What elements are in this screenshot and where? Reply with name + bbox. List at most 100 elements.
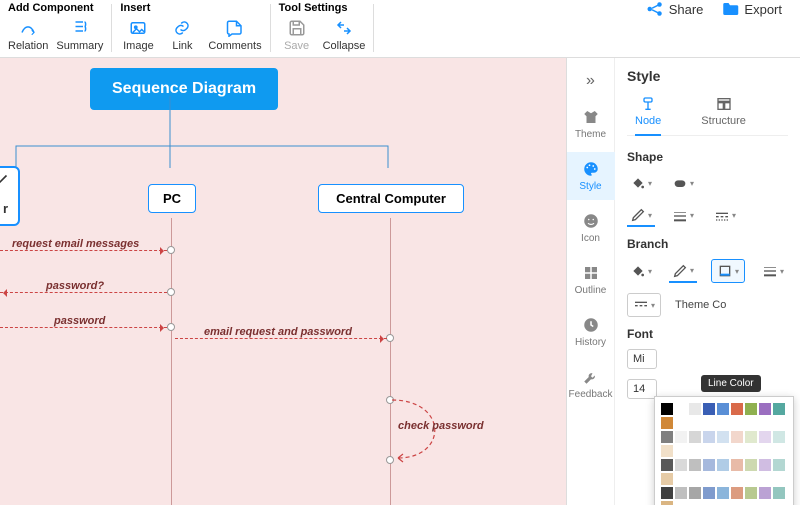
- shape-border-dash[interactable]: ▾: [711, 204, 739, 227]
- color-swatch[interactable]: [689, 459, 701, 471]
- color-swatch[interactable]: [689, 487, 701, 499]
- save-button[interactable]: Save: [279, 18, 315, 52]
- link-icon: [172, 18, 192, 38]
- color-swatch[interactable]: [661, 403, 673, 415]
- palette-icon: [582, 160, 600, 178]
- message-line[interactable]: [0, 292, 167, 293]
- color-swatch[interactable]: [759, 487, 771, 499]
- branch-dash-button[interactable]: ▾: [627, 293, 661, 317]
- color-swatch[interactable]: [661, 445, 673, 457]
- summary-button[interactable]: Summary: [56, 18, 103, 52]
- join[interactable]: [386, 396, 394, 404]
- color-swatch[interactable]: [661, 487, 673, 499]
- join[interactable]: [167, 246, 175, 254]
- color-swatch[interactable]: [773, 403, 785, 415]
- export-button[interactable]: Export: [721, 0, 782, 18]
- lines-icon: [762, 263, 778, 279]
- color-swatch[interactable]: [661, 473, 673, 485]
- export-icon: [721, 0, 739, 18]
- color-swatch[interactable]: [717, 431, 729, 443]
- join[interactable]: [386, 456, 394, 464]
- color-swatch[interactable]: [731, 487, 743, 499]
- color-swatch[interactable]: [717, 487, 729, 499]
- group-title-add: Add Component: [8, 0, 103, 14]
- font-family-select[interactable]: Mi: [627, 349, 657, 369]
- node-icon: [640, 96, 656, 112]
- color-swatch[interactable]: [745, 459, 757, 471]
- message-line[interactable]: [0, 250, 167, 251]
- tab-theme[interactable]: Theme: [567, 100, 615, 148]
- color-swatch[interactable]: [731, 403, 743, 415]
- tab-feedback[interactable]: Feedback: [567, 360, 615, 408]
- summary-icon: [70, 18, 90, 38]
- dash-icon: [633, 297, 649, 313]
- shape-border-color[interactable]: ▾: [627, 204, 655, 227]
- pen-icon: [630, 207, 646, 223]
- color-swatch[interactable]: [675, 403, 687, 415]
- color-swatch[interactable]: [759, 403, 771, 415]
- branch-pen-button[interactable]: ▾: [669, 259, 697, 283]
- color-swatch[interactable]: [773, 459, 785, 471]
- color-swatch[interactable]: [703, 487, 715, 499]
- color-swatch[interactable]: [661, 417, 673, 429]
- sidebar-collapse[interactable]: »: [580, 66, 601, 96]
- shape-border-weight[interactable]: ▾: [669, 204, 697, 227]
- color-swatch[interactable]: [703, 403, 715, 415]
- image-button[interactable]: Image: [120, 18, 156, 52]
- message-line[interactable]: [0, 327, 167, 328]
- square-icon: [717, 263, 733, 279]
- color-swatch[interactable]: [675, 431, 687, 443]
- color-swatch[interactable]: [717, 459, 729, 471]
- collapse-button[interactable]: Collapse: [323, 18, 366, 52]
- color-swatch[interactable]: [689, 403, 701, 415]
- branch-fill-button[interactable]: ▾: [627, 259, 655, 283]
- color-swatch[interactable]: [759, 459, 771, 471]
- color-swatch[interactable]: [773, 431, 785, 443]
- relation-button[interactable]: Relation: [8, 18, 48, 52]
- shape-fill-button[interactable]: ▾: [627, 172, 655, 194]
- tab-history[interactable]: History: [567, 308, 615, 356]
- color-swatch[interactable]: [731, 431, 743, 443]
- subtab-node[interactable]: Node: [635, 96, 661, 135]
- link-button[interactable]: Link: [164, 18, 200, 52]
- color-swatch[interactable]: [703, 431, 715, 443]
- color-swatch[interactable]: [773, 487, 785, 499]
- message-label: check password: [398, 420, 484, 432]
- color-swatch[interactable]: [759, 431, 771, 443]
- save-icon: [287, 18, 307, 38]
- color-swatch[interactable]: [675, 459, 687, 471]
- color-swatch[interactable]: [675, 487, 687, 499]
- color-swatch[interactable]: [703, 459, 715, 471]
- color-swatch[interactable]: [745, 403, 757, 415]
- join[interactable]: [167, 288, 175, 296]
- branch-line-color-button[interactable]: ▾: [711, 259, 745, 283]
- color-swatch[interactable]: [717, 403, 729, 415]
- share-button[interactable]: Share: [646, 0, 704, 18]
- color-popover: Line Color Standard Colors More Color..: [654, 396, 794, 505]
- section-shape: Shape: [627, 150, 788, 164]
- section-font: Font: [627, 327, 788, 341]
- diagram-title[interactable]: Sequence Diagram: [90, 68, 278, 110]
- color-swatch[interactable]: [661, 501, 673, 505]
- color-swatch[interactable]: [661, 459, 673, 471]
- branch-weight-button[interactable]: ▾: [759, 259, 787, 283]
- font-size-select[interactable]: 14: [627, 379, 657, 399]
- tab-outline[interactable]: Outline: [567, 256, 615, 304]
- tab-icon[interactable]: Icon: [567, 204, 615, 252]
- actor-edge[interactable]: r: [0, 166, 20, 226]
- comments-button[interactable]: Comments: [208, 18, 261, 52]
- color-swatch[interactable]: [745, 431, 757, 443]
- subtab-structure[interactable]: Structure: [701, 96, 746, 135]
- diagram-canvas[interactable]: Sequence Diagram r PC Central Computer r…: [0, 58, 566, 505]
- actor-pc[interactable]: PC: [148, 184, 196, 213]
- color-swatch[interactable]: [689, 431, 701, 443]
- shape-style-button[interactable]: ▾: [669, 172, 697, 194]
- color-swatch[interactable]: [661, 431, 673, 443]
- actor-central[interactable]: Central Computer: [318, 184, 464, 213]
- message-line[interactable]: [175, 338, 387, 339]
- join[interactable]: [167, 323, 175, 331]
- tab-style[interactable]: Style: [567, 152, 615, 200]
- color-swatch[interactable]: [731, 459, 743, 471]
- bucket-icon: [630, 263, 646, 279]
- color-swatch[interactable]: [745, 487, 757, 499]
